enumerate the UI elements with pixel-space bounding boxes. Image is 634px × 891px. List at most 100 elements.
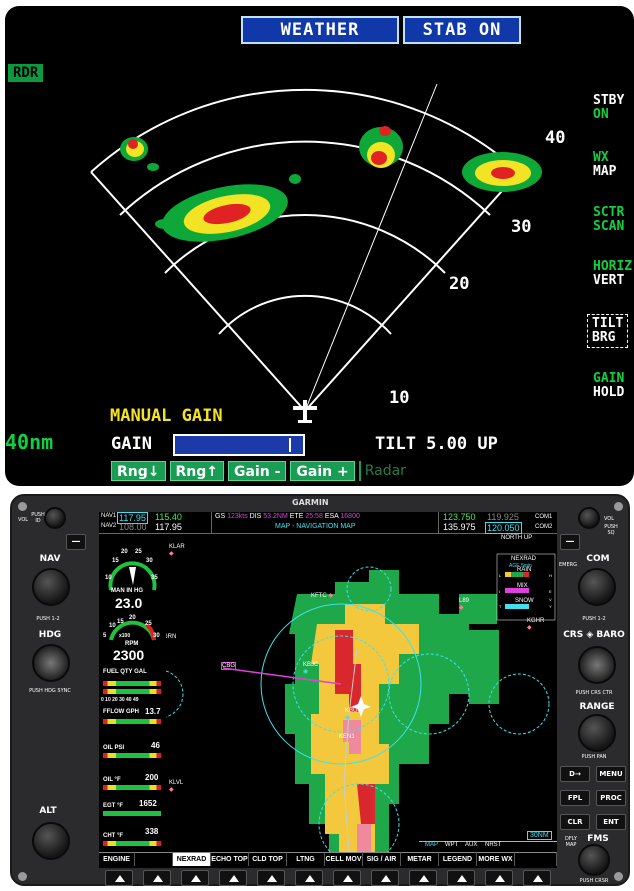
softkey-more-wx[interactable]: MORE WX xyxy=(477,852,515,866)
softkey-legend[interactable]: LEGEND xyxy=(439,852,477,866)
fflow-label: FFLOW GPH xyxy=(103,709,139,715)
softkey-button-3[interactable] xyxy=(181,870,209,886)
nav2-label: NAV2 xyxy=(101,523,117,529)
airport-l89[interactable]: L89 ◆ xyxy=(459,598,469,611)
tab-aux[interactable]: AUX xyxy=(465,842,477,848)
softkey-button-6[interactable] xyxy=(295,870,323,886)
menu-vert-label: VERT xyxy=(593,273,625,288)
airport-kbuc[interactable]: KBUC ◉ xyxy=(345,708,362,721)
clr-button[interactable]: CLR xyxy=(560,814,590,830)
proc-button[interactable]: PROC xyxy=(596,790,626,806)
nav-swap-button[interactable]: — xyxy=(66,534,86,550)
softkey-cld-top[interactable]: CLD TOP xyxy=(249,852,287,866)
softkey-button-2[interactable] xyxy=(143,870,171,886)
menu-wx-map[interactable]: WX MAP xyxy=(593,151,616,179)
softkey-cell-mov[interactable]: CELL MOV xyxy=(325,852,363,866)
airport-icon: ◉ xyxy=(345,715,351,721)
nav-knob[interactable] xyxy=(32,568,70,606)
softkey-nexrad[interactable]: NEXRAD xyxy=(173,852,211,866)
tab-wpt[interactable]: WPT xyxy=(445,842,458,848)
softkey-button-12[interactable] xyxy=(523,870,551,886)
esa-label: ESA xyxy=(324,513,339,520)
range-up-softkey[interactable]: Rng↑ xyxy=(169,461,224,481)
softkey-engine[interactable]: ENGINE xyxy=(99,852,135,866)
menu-sctr-scan[interactable]: SCTR SCAN xyxy=(593,206,624,234)
waypoint-cbg[interactable]: CBG xyxy=(221,662,237,670)
airport-label: KBUC xyxy=(345,708,362,714)
com1-active-freq[interactable]: 123.750 xyxy=(443,512,476,522)
alt-knob[interactable] xyxy=(32,822,70,860)
airport-kghr[interactable]: KGHR ◆ xyxy=(527,618,544,631)
menu-scan-label: SCAN xyxy=(593,219,625,234)
oilf-value: 200 xyxy=(145,773,159,782)
softkey-button-9[interactable] xyxy=(409,870,437,886)
softkey-button-8[interactable] xyxy=(371,870,399,886)
nav1-standby-freq[interactable]: 115.40 xyxy=(155,512,182,522)
fpl-button[interactable]: FPL xyxy=(560,790,590,806)
com2-label: COM2 xyxy=(535,524,553,530)
rpm-tick-10: 10 xyxy=(109,623,116,629)
menu-map-label: MAP xyxy=(593,164,617,179)
tab-nrst[interactable]: NRST xyxy=(485,842,501,848)
rpm-tick-20: 20 xyxy=(129,615,136,621)
softkey-button-5[interactable] xyxy=(257,870,285,886)
airport-kbjc[interactable]: KBJC ◉ xyxy=(303,662,318,675)
airport-kftc[interactable]: KFTC ◆ xyxy=(311,592,333,599)
man-tick-35: 35 xyxy=(151,575,158,581)
menu-stby-on[interactable]: STBY ON xyxy=(593,94,624,122)
softkey-ltng[interactable]: LTNG xyxy=(287,852,325,866)
nav2-active-freq[interactable]: 108.00 xyxy=(119,522,147,532)
oilf-bar xyxy=(103,785,161,790)
alt-knob-label: ALT xyxy=(39,806,57,816)
gain-plus-softkey[interactable]: Gain + xyxy=(290,461,355,481)
hdg-knob[interactable] xyxy=(32,644,70,682)
ent-button[interactable]: ENT xyxy=(596,814,626,830)
com-knob[interactable] xyxy=(578,568,616,606)
softkey-button-1[interactable] xyxy=(105,870,133,886)
man-label: MAN IN HG xyxy=(111,588,143,594)
com1-standby-freq[interactable]: 119.925 xyxy=(487,512,519,522)
fms-knob[interactable] xyxy=(578,844,610,876)
menu-gain-hold[interactable]: GAIN HOLD xyxy=(593,372,624,400)
softkey-metar[interactable]: METAR xyxy=(401,852,439,866)
airport-icon: ◉ xyxy=(303,669,309,675)
map-range-readout[interactable]: 30NM xyxy=(527,831,552,840)
softkey-echo-top[interactable]: ECHO TOP xyxy=(211,852,249,866)
airport-ken1[interactable]: KEN1 xyxy=(339,734,355,740)
legend-title: NEXRAD xyxy=(511,556,537,562)
crs-baro-knob[interactable] xyxy=(578,646,616,684)
softkey-blank-1[interactable] xyxy=(135,852,173,866)
com2-active-freq[interactable]: 135.975 xyxy=(443,522,476,532)
direct-to-button[interactable]: D→ xyxy=(560,766,590,782)
legend-v: V xyxy=(549,597,552,602)
gain-minus-softkey[interactable]: Gain - xyxy=(228,461,287,481)
softkey-blank-12[interactable] xyxy=(515,852,557,866)
man-tick-30: 30 xyxy=(146,558,153,564)
menu-tilt-brg[interactable]: TILT BRG xyxy=(587,314,629,348)
range-down-softkey[interactable]: Rng↓ xyxy=(111,461,166,481)
g1000-mfd-bezel: GARMIN VOL PUSH ID — NAV PUSH 1-2 HDG PU… xyxy=(10,494,630,886)
softkey-button-4[interactable] xyxy=(219,870,247,886)
legend-h: H xyxy=(549,573,552,578)
airport-klar[interactable]: KLAR ◆ xyxy=(169,544,185,557)
softkey-button-7[interactable] xyxy=(333,870,361,886)
tab-map[interactable]: MAP xyxy=(425,842,438,848)
fflow-bar xyxy=(103,719,161,724)
nav2-standby-freq[interactable]: 117.95 xyxy=(155,522,182,532)
range-knob[interactable] xyxy=(578,714,616,752)
airport-klvl[interactable]: KLVL ◆ xyxy=(169,780,183,793)
cht-label: CHT °F xyxy=(103,833,124,839)
softkey-button-10[interactable] xyxy=(447,870,475,886)
softkey-sig-air[interactable]: SIG / AIR xyxy=(363,852,401,866)
push-id-label: PUSH ID xyxy=(31,512,45,524)
gain-bar[interactable] xyxy=(173,434,305,456)
com2-standby-freq[interactable]: 120.050 xyxy=(485,522,522,534)
com-swap-button[interactable]: — xyxy=(560,534,580,550)
nexrad-map xyxy=(99,534,557,852)
menu-button[interactable]: MENU xyxy=(596,766,626,782)
softkey-button-11[interactable] xyxy=(485,870,513,886)
legend-i: I xyxy=(499,589,501,594)
vol-knob-right[interactable] xyxy=(578,507,600,529)
menu-hold-label: HOLD xyxy=(593,385,625,400)
menu-horiz-vert[interactable]: HORIZ VERT xyxy=(593,260,632,288)
